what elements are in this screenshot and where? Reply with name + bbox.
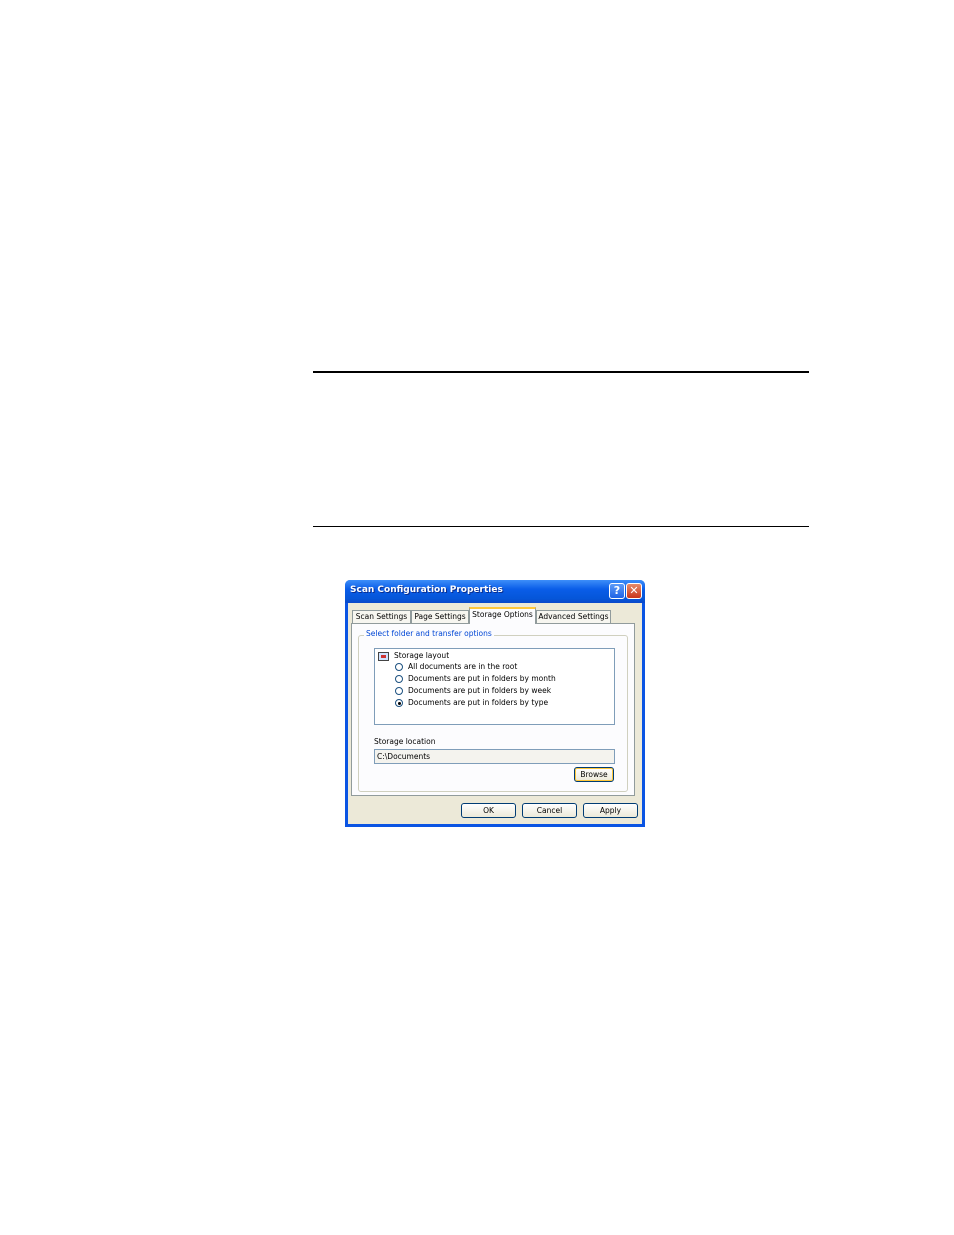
dialog-body: Scan Settings Page Settings Storage Opti… (348, 603, 642, 824)
cancel-button[interactable]: Cancel (522, 803, 577, 818)
storage-location-input[interactable]: C:\Documents (374, 749, 615, 764)
title-bar[interactable]: Scan Configuration Properties ? ✕ (345, 580, 645, 603)
radio-month-label: Documents are put in folders by month (408, 674, 556, 683)
apply-button[interactable]: Apply (583, 803, 638, 818)
tab-storage-options[interactable]: Storage Options (469, 607, 536, 624)
dialog-title: Scan Configuration Properties (350, 585, 503, 595)
tab-scan-settings[interactable]: Scan Settings (352, 610, 411, 623)
radio-type-label: Documents are put in folders by type (408, 698, 549, 707)
group-title: Select folder and transfer options (364, 629, 494, 638)
storage-layout-icon (378, 652, 389, 661)
ok-button[interactable]: OK (461, 803, 516, 818)
tab-page-settings[interactable]: Page Settings (411, 610, 469, 623)
tab-advanced-settings[interactable]: Advanced Settings (536, 610, 611, 623)
storage-layout-list[interactable]: Storage layout All documents are in the … (374, 648, 615, 725)
close-icon: ✕ (629, 584, 639, 597)
storage-location-label: Storage location (374, 737, 436, 746)
top-rule (313, 371, 809, 373)
help-button[interactable]: ? (609, 583, 625, 599)
radio-root-label: All documents are in the root (408, 662, 518, 671)
bottom-rule (313, 526, 809, 527)
radio-week[interactable] (395, 687, 403, 695)
browse-button[interactable]: Browse (574, 767, 614, 782)
radio-root[interactable] (395, 663, 403, 671)
radio-type[interactable] (395, 699, 403, 707)
scan-configuration-dialog: Scan Configuration Properties ? ✕ Scan S… (345, 580, 645, 827)
close-button[interactable]: ✕ (626, 583, 642, 599)
radio-month[interactable] (395, 675, 403, 683)
help-icon: ? (613, 584, 621, 597)
storage-options-panel: Select folder and transfer options Stora… (351, 623, 635, 796)
radio-week-label: Documents are put in folders by week (408, 686, 552, 695)
storage-layout-label: Storage layout (394, 651, 450, 660)
